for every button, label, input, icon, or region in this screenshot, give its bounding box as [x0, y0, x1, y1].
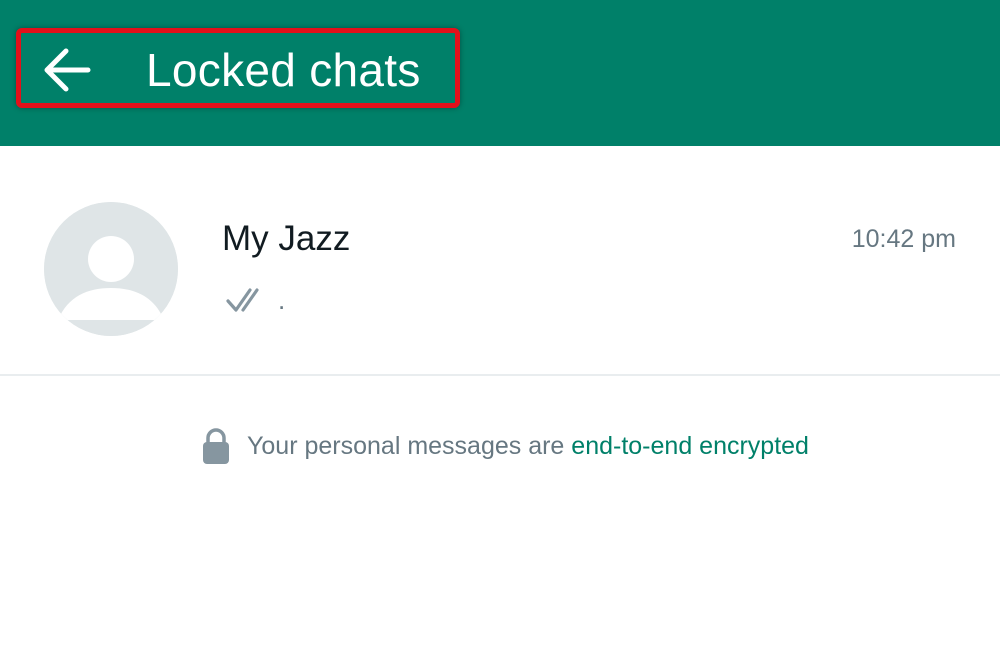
- chat-name: My Jazz: [222, 219, 351, 258]
- encryption-text: Your personal messages are: [247, 432, 572, 460]
- chat-list-item[interactable]: My Jazz 10:42 pm .: [0, 146, 1000, 374]
- lock-icon: [203, 428, 230, 464]
- double-check-icon: [226, 288, 259, 312]
- encryption-notice-text: Your personal messages are end-to-end en…: [247, 430, 809, 462]
- app-bar: Locked chats: [0, 0, 1000, 146]
- encryption-notice: Your personal messages are end-to-end en…: [0, 424, 1000, 468]
- default-avatar-icon: [44, 202, 178, 336]
- locked-chats-screen: Locked chats My Jazz 10:42 pm . Your per…: [0, 0, 1000, 672]
- arrow-left-icon: [44, 48, 91, 92]
- page-title: Locked chats: [146, 44, 421, 96]
- divider: [0, 374, 1000, 376]
- chat-preview: .: [224, 280, 285, 320]
- encryption-link[interactable]: end-to-end encrypted: [571, 432, 809, 460]
- chat-preview-text: .: [278, 285, 286, 315]
- chat-time: 10:42 pm: [851, 225, 956, 253]
- back-button[interactable]: [40, 46, 92, 94]
